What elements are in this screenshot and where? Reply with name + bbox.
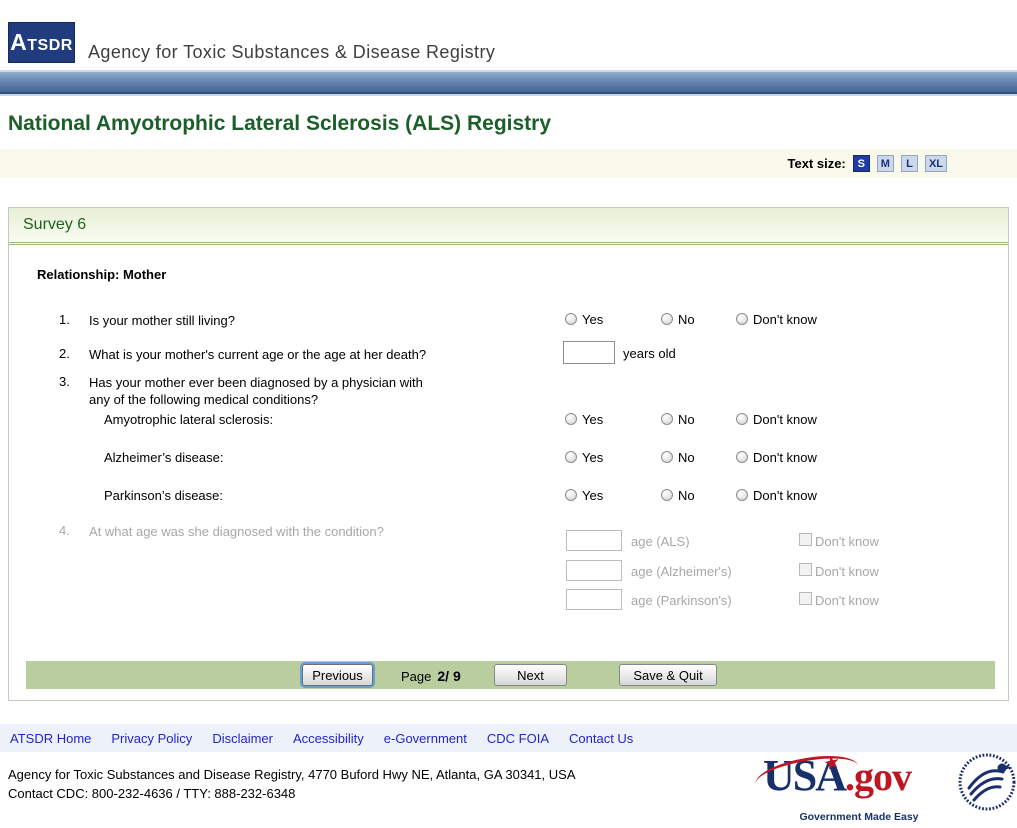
- agency-name: Agency for Toxic Substances & Disease Re…: [88, 42, 496, 62]
- mother-age-input[interactable]: [563, 341, 615, 364]
- page-title: National Amyotrophic Lateral Sclerosis (…: [8, 112, 552, 135]
- question-4-number: 4.: [59, 523, 70, 538]
- previous-button[interactable]: Previous: [302, 664, 373, 686]
- dontknow-als-label: Don't know: [815, 534, 879, 549]
- survey-panel: Survey 6 Relationship: Mother 1. Is your…: [8, 207, 1009, 701]
- atsdr-logo[interactable]: ATSDR: [8, 22, 75, 63]
- condition-parkinsons-radio-group: Yes No Don't know: [565, 487, 817, 503]
- footer-link-atsdr-home[interactable]: ATSDR Home: [10, 731, 91, 746]
- radio-q1-dontknow-label: Don't know: [753, 311, 817, 327]
- radio-alzheimers-dontknow[interactable]: [736, 451, 748, 463]
- radio-parkinsons-yes[interactable]: [565, 489, 577, 501]
- text-size-small-button[interactable]: S: [852, 155, 870, 172]
- header-band-underline: [0, 94, 1017, 96]
- radio-als-dontknow[interactable]: [736, 413, 748, 425]
- radio-als-yes[interactable]: [565, 413, 577, 425]
- footer-info: Agency for Toxic Substances and Disease …: [0, 749, 1017, 824]
- dontknow-parkinsons-label: Don't know: [815, 593, 879, 608]
- radio-q1-yes[interactable]: [565, 313, 577, 325]
- survey-header: Survey 6: [9, 208, 1008, 242]
- question-3-number: 3.: [59, 374, 70, 389]
- footer-links-bar: ATSDR Home Privacy Policy Disclaimer Acc…: [0, 724, 1017, 752]
- radio-parkinsons-dontknow[interactable]: [736, 489, 748, 501]
- footer-link-disclaimer[interactable]: Disclaimer: [212, 731, 273, 746]
- radio-als-no[interactable]: [661, 413, 673, 425]
- text-size-medium-button[interactable]: M: [876, 155, 894, 172]
- text-size-bar: Text size: S M L XL: [0, 149, 1017, 178]
- footer-link-contact-us[interactable]: Contact Us: [569, 731, 633, 746]
- site-header: ATSDR Agency for Toxic Substances & Dise…: [0, 0, 1017, 70]
- dontknow-parkinsons-checkbox: [799, 592, 812, 605]
- condition-als-radio-group: Yes No Don't know: [565, 411, 817, 427]
- age-parkinsons-label: age (Parkinson's): [631, 593, 732, 608]
- header-band: [0, 70, 1017, 94]
- question-2-text: What is your mother's current age or the…: [89, 347, 427, 362]
- question-4-text: At what age was she diagnosed with the c…: [89, 524, 384, 539]
- years-old-label: years old: [623, 346, 676, 361]
- usagov-logo[interactable]: ★ USA.gov Government Made Easy: [752, 749, 955, 823]
- question-1-text: Is your mother still living?: [89, 313, 235, 328]
- survey-title: Survey 6: [23, 216, 87, 233]
- radio-q1-no[interactable]: [661, 313, 673, 325]
- dontknow-alzheimers-label: Don't know: [815, 564, 879, 579]
- relationship-label: Relationship: Mother: [37, 267, 167, 282]
- condition-alzheimers-label: Alzheimer’s disease:: [104, 450, 224, 465]
- radio-alzheimers-no[interactable]: [661, 451, 673, 463]
- survey-nav-bar: Previous Page 2/ 9 Next Save & Quit: [26, 661, 995, 689]
- text-size-label: Text size:: [787, 156, 846, 171]
- save-quit-button[interactable]: Save & Quit: [619, 664, 717, 686]
- survey-header-divider: [9, 242, 1008, 245]
- age-parkinsons-input: [566, 589, 622, 610]
- text-size-large-button[interactable]: L: [900, 155, 918, 172]
- dontknow-als-checkbox: [799, 533, 812, 546]
- question-2-number: 2.: [59, 346, 70, 361]
- footer-link-egovernment[interactable]: e-Government: [384, 731, 467, 746]
- atsdr-logo-text: ATSDR: [10, 29, 73, 55]
- age-alzheimers-label: age (Alzheimer's): [631, 564, 732, 579]
- condition-als-label: Amyotrophic lateral sclerosis:: [104, 412, 274, 427]
- usagov-tagline: Government Made Easy: [799, 811, 919, 823]
- text-size-xlarge-button[interactable]: XL: [924, 155, 947, 172]
- footer-link-privacy-policy[interactable]: Privacy Policy: [111, 731, 192, 746]
- radio-q1-no-label: No: [678, 311, 695, 327]
- footer-link-cdc-foia[interactable]: CDC FOIA: [487, 731, 549, 746]
- next-button[interactable]: Next: [494, 664, 567, 686]
- dontknow-alzheimers-checkbox: [799, 563, 812, 576]
- condition-parkinsons-label: Parkinson’s disease:: [104, 488, 223, 503]
- question-3-text: Has your mother ever been diagnosed by a…: [89, 375, 423, 407]
- hhs-seal-icon[interactable]: [957, 752, 1017, 812]
- footer-link-accessibility[interactable]: Accessibility: [293, 731, 364, 746]
- radio-q1-yes-label: Yes: [582, 311, 604, 327]
- age-alzheimers-input: [566, 560, 622, 581]
- usagov-gov-text: .gov: [845, 754, 912, 799]
- radio-q1-dontknow[interactable]: [736, 313, 748, 325]
- page-indicator: Page 2/ 9: [401, 668, 461, 684]
- radio-alzheimers-yes[interactable]: [565, 451, 577, 463]
- condition-alzheimers-radio-group: Yes No Don't know: [565, 449, 817, 465]
- age-als-input: [566, 530, 622, 551]
- radio-parkinsons-no[interactable]: [661, 489, 673, 501]
- page-number: 2/ 9: [437, 668, 461, 684]
- question-1-number: 1.: [59, 312, 70, 327]
- age-als-label: age (ALS): [631, 534, 690, 549]
- question-1-radio-group: Yes No Don't know: [565, 311, 817, 327]
